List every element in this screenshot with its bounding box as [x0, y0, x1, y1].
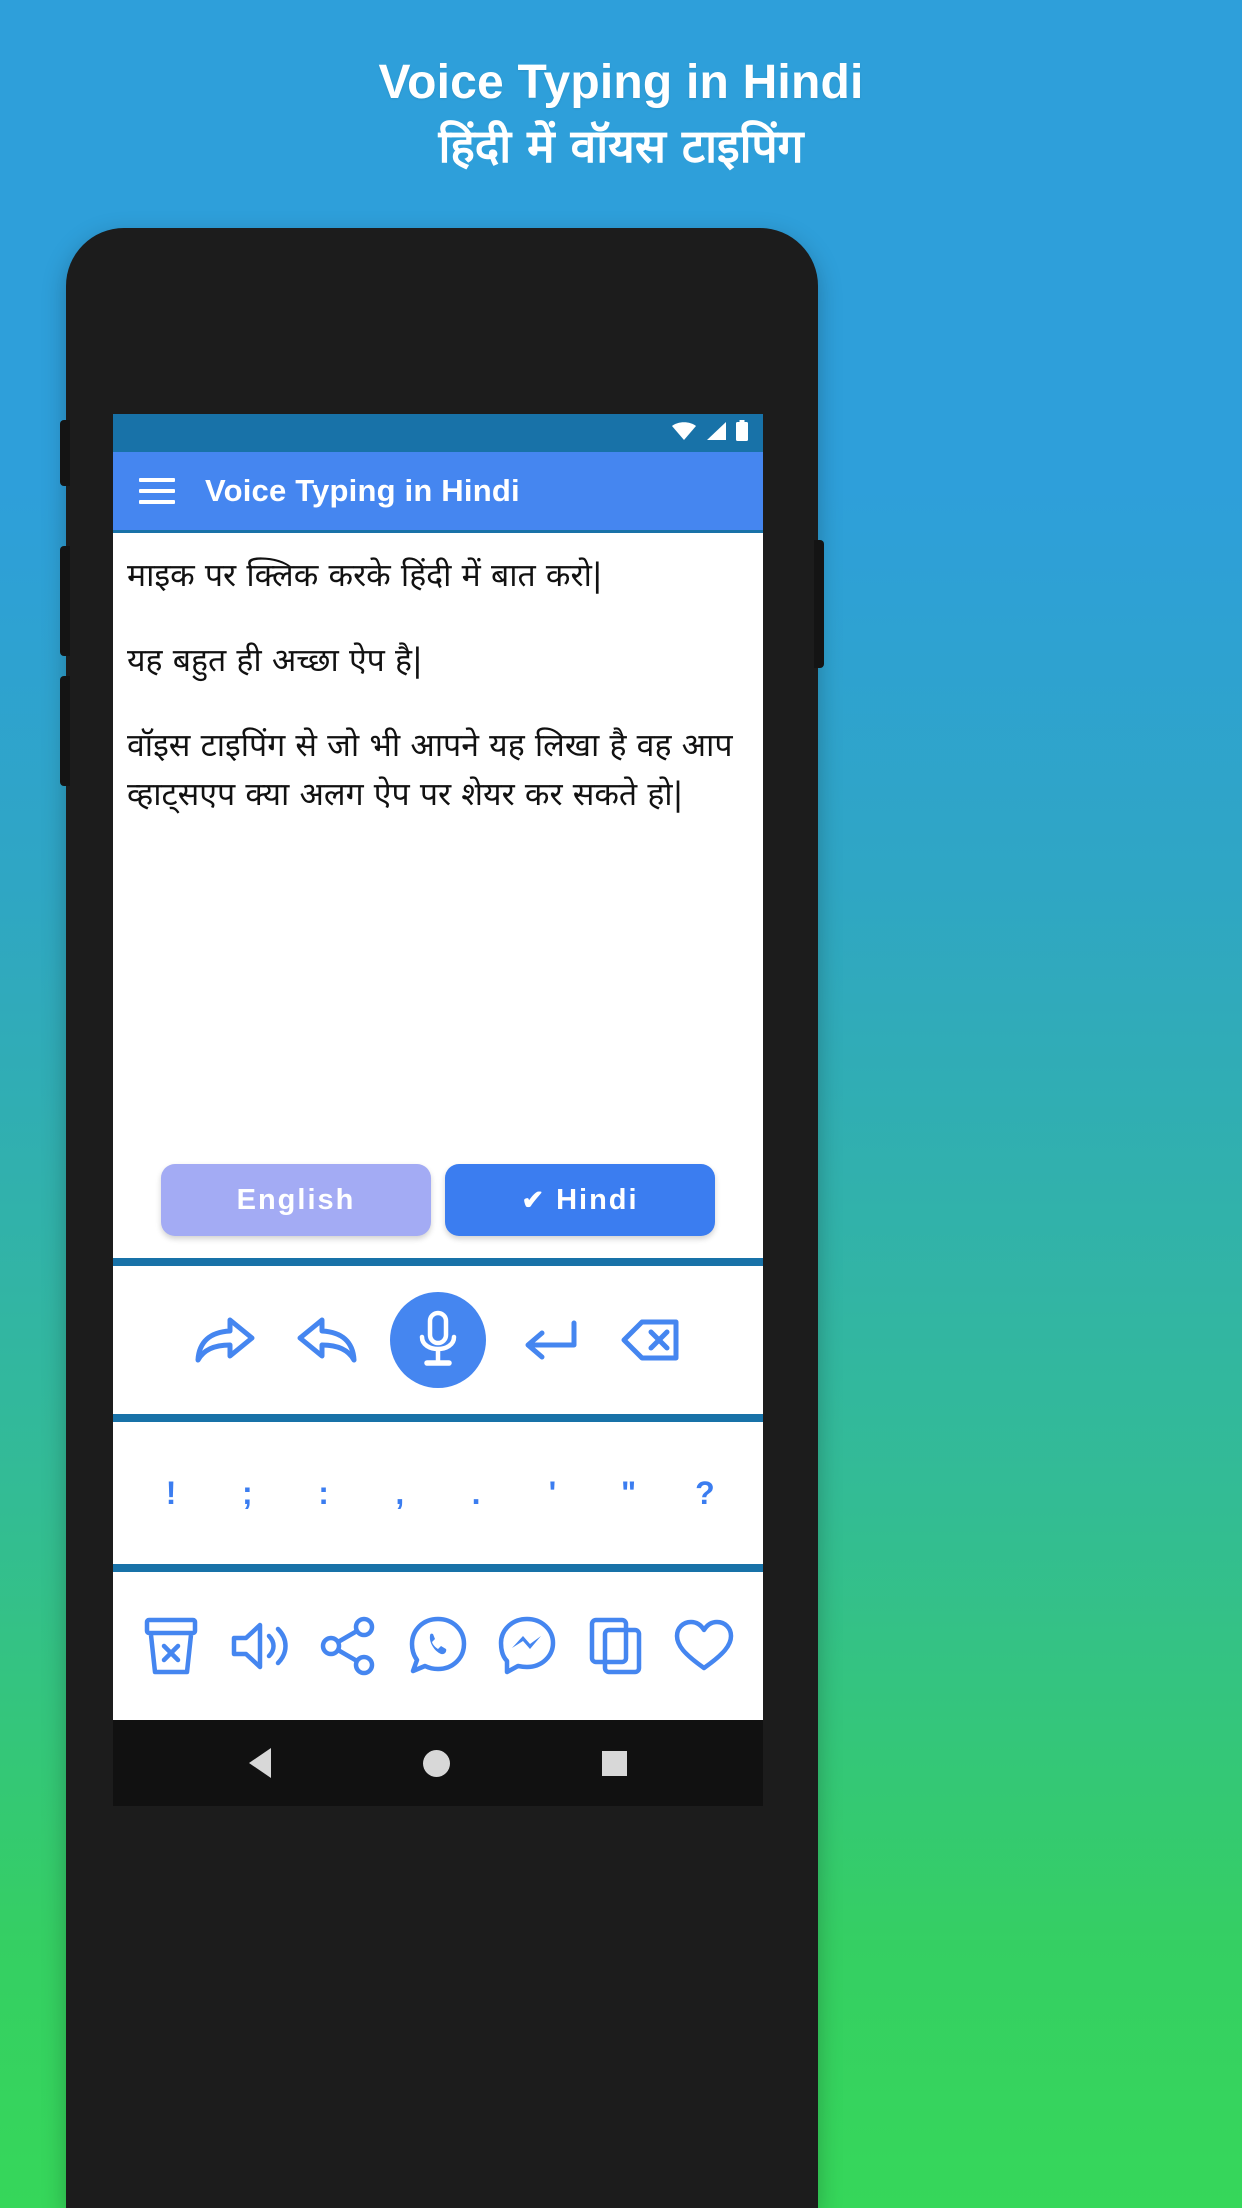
whatsapp-icon[interactable]	[401, 1609, 475, 1683]
language-button-hindi-label: Hindi	[556, 1183, 639, 1216]
transcription-paragraph: वॉइस टाइपिंग से जो भी आपने यह लिखा है वह…	[127, 726, 733, 813]
punctuation-key[interactable]: '	[525, 1473, 579, 1513]
battery-icon	[735, 419, 749, 447]
phone-side-button-mid	[60, 546, 70, 656]
language-button-english[interactable]: English	[161, 1164, 431, 1236]
status-bar	[113, 414, 763, 452]
signal-icon	[705, 421, 727, 446]
transcription-paragraph: माइक पर क्लिक करके हिंदी में बात करो|	[127, 556, 603, 594]
punctuation-row: ! ; : , . ' " ?	[113, 1422, 763, 1564]
divider-bottom	[113, 1564, 763, 1572]
nav-home-icon[interactable]	[423, 1749, 450, 1777]
transcription-paragraph: यह बहुत ही अच्छा ऐप है|	[127, 641, 423, 679]
android-navigation-bar	[113, 1720, 763, 1806]
punctuation-key[interactable]: :	[297, 1473, 351, 1513]
promo-title: Voice Typing in Hindi	[378, 56, 864, 109]
promo-header: Voice Typing in Hindi हिंदी में वॉयस टाइ…	[0, 52, 1242, 178]
phone-device-frame: Voice Typing in Hindi माइक पर क्लिक करके…	[60, 228, 824, 2208]
undo-icon[interactable]	[288, 1301, 366, 1379]
favorite-heart-icon[interactable]	[667, 1609, 741, 1683]
messenger-icon[interactable]	[490, 1609, 564, 1683]
share-action-row	[113, 1572, 763, 1720]
microphone-button[interactable]	[390, 1292, 486, 1388]
hamburger-line-3	[139, 500, 175, 504]
microphone-icon	[419, 1310, 457, 1366]
divider-top	[113, 1258, 763, 1266]
hamburger-menu-icon[interactable]	[139, 478, 175, 504]
share-icon[interactable]	[312, 1609, 386, 1683]
phone-screen: Voice Typing in Hindi माइक पर क्लिक करके…	[113, 414, 763, 1720]
redo-icon[interactable]	[186, 1301, 264, 1379]
punctuation-key[interactable]: !	[144, 1473, 198, 1513]
language-button-hindi[interactable]: ✔ Hindi	[445, 1164, 715, 1236]
promo-subtitle: हिंदी में वॉयस टाइपिंग	[438, 119, 804, 173]
nav-recents-icon[interactable]	[602, 1750, 627, 1776]
speaker-icon[interactable]	[223, 1609, 297, 1683]
hamburger-line-1	[139, 478, 175, 482]
punctuation-key[interactable]: "	[602, 1473, 656, 1513]
divider-middle	[113, 1414, 763, 1422]
nav-back-icon[interactable]	[249, 1748, 271, 1778]
language-toggle-row: English ✔ Hindi	[113, 1164, 763, 1236]
copy-icon[interactable]	[579, 1609, 653, 1683]
enter-newline-icon[interactable]	[510, 1301, 588, 1379]
clear-trash-icon[interactable]	[134, 1609, 208, 1683]
punctuation-key[interactable]: ;	[220, 1473, 274, 1513]
check-icon: ✔	[521, 1184, 545, 1215]
phone-side-button-bottom	[60, 676, 70, 786]
language-button-english-label: English	[236, 1183, 356, 1216]
editor-control-row	[113, 1266, 763, 1414]
app-bar-title: Voice Typing in Hindi	[205, 473, 520, 508]
backspace-icon[interactable]	[612, 1301, 690, 1379]
phone-side-button-top	[60, 420, 70, 486]
phone-side-button-right	[814, 540, 824, 668]
hamburger-line-2	[139, 489, 175, 493]
punctuation-key[interactable]: ,	[373, 1473, 427, 1513]
punctuation-key[interactable]: .	[449, 1473, 503, 1513]
app-bar: Voice Typing in Hindi	[113, 452, 763, 530]
wifi-icon	[671, 421, 697, 446]
punctuation-key[interactable]: ?	[678, 1473, 732, 1513]
transcription-text-area[interactable]: माइक पर क्लिक करके हिंदी में बात करो| यह…	[113, 530, 763, 1258]
